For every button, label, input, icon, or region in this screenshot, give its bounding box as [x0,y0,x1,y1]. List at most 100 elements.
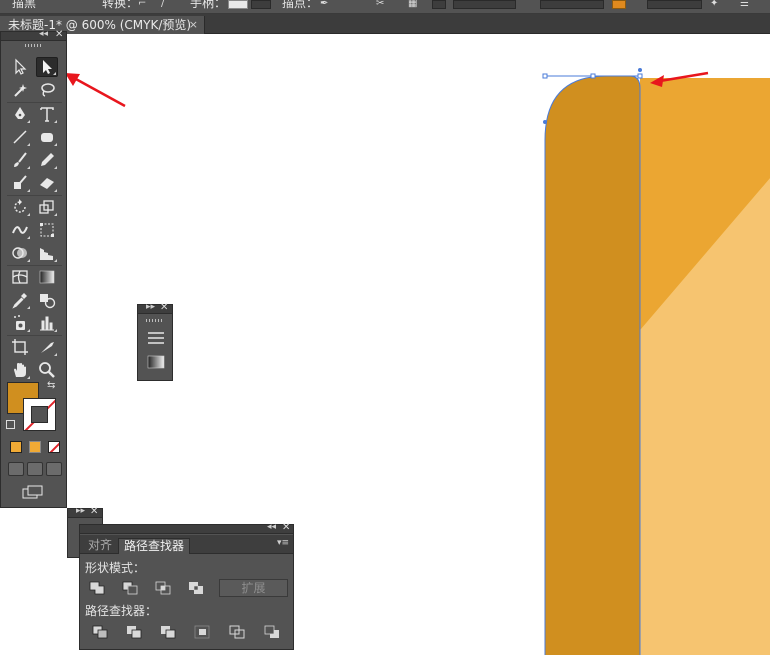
slice-tool[interactable] [36,337,58,357]
divide-button[interactable] [91,624,109,640]
unite-icon [89,581,105,595]
collapse-icon[interactable]: ◂◂ [39,29,48,39]
width-tool[interactable] [9,220,31,240]
dark-shape[interactable] [545,76,640,655]
crop-button[interactable] [193,624,211,640]
default-colors-icon[interactable] [6,420,15,429]
close-icon[interactable]: × [189,16,198,34]
tools-panel: ◂◂ ✕ ⇆ [0,29,67,508]
close-icon[interactable]: ✕ [55,29,63,40]
anchor-point[interactable] [637,73,643,79]
anchor-point[interactable] [590,73,596,79]
zoom-tool[interactable] [36,360,58,380]
blob-brush-tool[interactable] [9,173,31,193]
panel-menu-icon[interactable]: ▾≡ [277,538,289,548]
ref-point-icon[interactable] [432,0,446,9]
lasso-tool[interactable] [36,80,58,100]
paintbrush-tool[interactable] [9,150,31,170]
anchor-point[interactable] [542,73,548,79]
x-field[interactable] [453,0,516,9]
direct-selection-tool[interactable] [36,57,58,77]
magic-wand-icon [14,84,27,97]
blend-tool[interactable] [36,290,58,310]
pen-tool[interactable] [9,104,31,124]
gradient-icon [39,270,55,284]
symbol-sprayer-tool[interactable] [9,313,31,333]
convert-corner-icon[interactable]: ⌐ [138,0,150,10]
draw-normal-button[interactable] [8,462,24,476]
screen-mode-icon [22,485,43,499]
swap-fill-stroke-icon[interactable]: ⇆ [47,380,55,391]
tools-panel-header[interactable]: ◂◂ ✕ [1,29,66,41]
gradient-panel-button[interactable] [147,355,165,369]
draw-inside-button[interactable] [46,462,62,476]
rotate-tool[interactable] [9,197,31,217]
w-field[interactable] [647,0,702,9]
minus-front-button[interactable] [121,580,139,596]
intersect-button[interactable] [154,580,172,596]
type-tool[interactable] [36,104,58,124]
exclude-button[interactable] [187,580,205,596]
close-icon[interactable]: ✕ [160,302,168,313]
handle-hide-button[interactable] [251,0,271,9]
eraser-tool[interactable] [36,173,58,193]
merge-button[interactable] [159,624,177,640]
perspective-grid-tool[interactable] [36,243,58,263]
expand-icon[interactable]: ▸▸ [146,302,155,312]
none-icon [49,442,59,452]
tab-pathfinder[interactable]: 路径查找器 [118,538,191,554]
eyedropper-tool[interactable] [9,290,31,310]
constrain-link-icon[interactable] [612,0,626,9]
unite-button[interactable] [88,580,106,596]
close-icon[interactable]: ✕ [90,506,98,517]
dock-header[interactable]: ▸▸ ✕ [68,506,102,518]
expand-button[interactable]: 扩展 [219,579,288,597]
minus-back-icon [264,625,279,638]
pen-anchor-icon[interactable]: ✒ [320,0,332,10]
grip-handle[interactable] [146,319,164,322]
selection-tool[interactable] [9,57,31,77]
mesh-icon [12,270,28,284]
stroke-swatch[interactable] [23,398,56,431]
color-mode-button[interactable] [10,441,22,453]
free-transform-tool[interactable] [36,220,58,240]
scale-tool[interactable] [36,197,58,217]
magic-wand-tool[interactable] [9,80,31,100]
line-tool[interactable] [9,127,31,147]
transform-icon[interactable]: ✦ [710,0,722,10]
hand-tool[interactable] [9,360,31,380]
handle-show-button[interactable] [228,0,248,9]
pathfinder-panel-header[interactable]: ◂◂ ✕ [80,522,293,534]
outline-icon [229,625,245,639]
mesh-tool[interactable] [9,267,31,287]
y-field[interactable] [540,0,604,9]
screen-mode-button[interactable] [22,485,44,499]
expand-icon[interactable]: ▸▸ [76,506,85,516]
outline-button[interactable] [228,624,246,640]
convert-smooth-icon[interactable]: / [161,0,173,10]
trim-button[interactable] [125,624,143,640]
cut-path-icon[interactable]: ✂ [376,0,388,10]
none-mode-button[interactable] [48,441,60,453]
stroke-panel-button[interactable] [147,331,165,345]
handle-point[interactable] [543,120,547,124]
panel-menu-icon[interactable]: ☰ [740,0,752,10]
minus-back-button[interactable] [263,624,281,640]
pencil-tool[interactable] [36,150,58,170]
close-icon[interactable]: ✕ [282,522,290,533]
grip-handle[interactable] [25,44,43,47]
artboard-tool[interactable] [9,337,31,357]
align-grid-icon[interactable]: ▦ [408,0,420,10]
gradient-mode-button[interactable] [29,441,41,453]
handle-point[interactable] [638,68,642,72]
tab-align[interactable]: 对齐 [83,538,117,554]
shape-builder-tool[interactable] [9,243,31,263]
trim-icon [127,626,142,639]
draw-behind-button[interactable] [27,462,43,476]
rounded-rectangle-tool[interactable] [36,127,58,147]
collapse-icon[interactable]: ◂◂ [267,522,276,532]
mini-panel-header[interactable]: ▸▸ ✕ [138,302,172,314]
gradient-tool[interactable] [36,267,58,287]
artboard-icon [12,339,28,355]
column-graph-tool[interactable] [36,313,58,333]
